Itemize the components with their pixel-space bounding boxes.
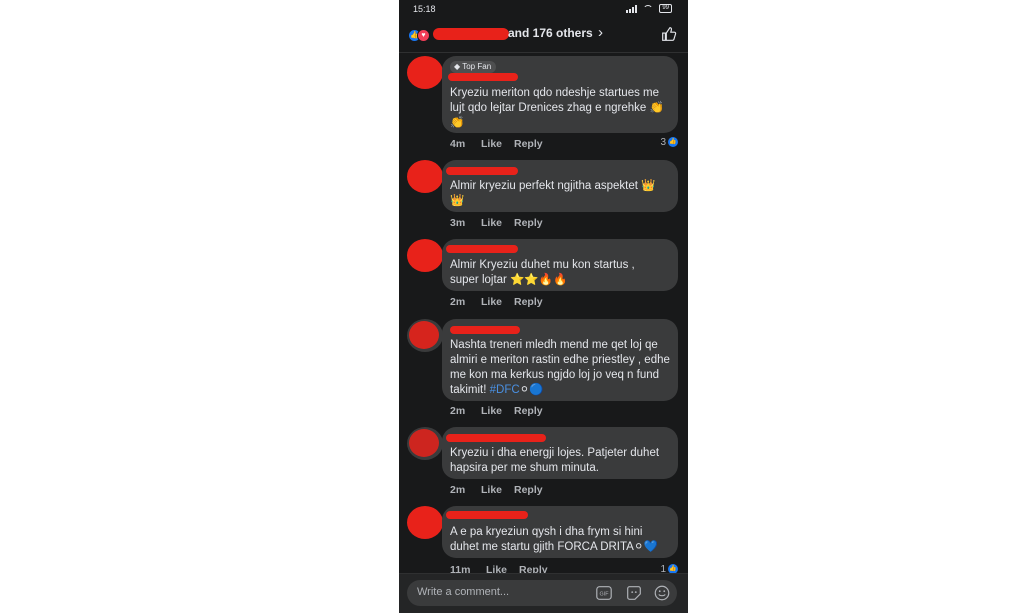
comment-text: A e pa kryeziun qysh i dha frym si hini …: [450, 526, 658, 553]
love-reaction-icon: ♥: [417, 29, 430, 42]
reply-button[interactable]: Reply: [514, 405, 543, 417]
redacted-author: [448, 73, 518, 81]
svg-text:GIF: GIF: [600, 592, 610, 598]
like-reaction-icon: 👍: [668, 564, 678, 573]
wifi-icon: [643, 4, 654, 13]
status-bar: 15:18 99: [399, 0, 688, 16]
like-reaction-icon: 👍: [668, 137, 678, 148]
comment-bubble[interactable]: Almir Kryeziu duhet mu kon startus , sup…: [442, 239, 678, 291]
reactions-header[interactable]: 👍 ♥ and 176 others ›: [399, 16, 688, 53]
reply-button[interactable]: Reply: [514, 217, 543, 229]
comment-time: 3m: [450, 217, 466, 229]
status-time: 15:18: [413, 4, 436, 14]
avatar-redaction: [409, 429, 439, 457]
comment-time: 2m: [450, 405, 466, 417]
like-button[interactable]: Like: [481, 217, 502, 229]
reaction-count[interactable]: 1 👍: [660, 564, 678, 573]
redacted-author: [446, 245, 518, 253]
comment-text: Almir kryeziu perfekt ngjitha aspektet 👑: [450, 180, 656, 192]
hashtag-link[interactable]: #DFC: [490, 384, 520, 396]
thumbs-up-icon[interactable]: [660, 25, 678, 43]
emoji-icon[interactable]: [653, 584, 671, 602]
comments-list[interactable]: ◆ Top Fan Kryeziu meriton qdo ndeshje st…: [399, 53, 688, 573]
avatar[interactable]: [407, 56, 443, 89]
reply-button[interactable]: Reply: [514, 484, 543, 496]
comment-time: 2m: [450, 296, 466, 308]
comment-time: 4m: [450, 138, 466, 150]
avatar[interactable]: [407, 239, 443, 272]
like-button[interactable]: Like: [481, 138, 502, 150]
comment-text: Kryeziu meriton qdo ndeshje startues me …: [450, 87, 664, 114]
comment-input[interactable]: Write a comment... GIF: [407, 580, 677, 606]
comment-time: 11m: [450, 564, 471, 573]
like-button[interactable]: Like: [481, 405, 502, 417]
comment-text-cont: 👏: [450, 117, 465, 129]
redacted-author: [446, 511, 528, 519]
avatar[interactable]: [407, 160, 443, 193]
comment-bubble[interactable]: Kryeziu i dha energji lojes. Patjeter du…: [442, 427, 678, 479]
reaction-summary[interactable]: and 176 others: [508, 26, 593, 40]
comment-emoji: ⚪🔵: [519, 384, 544, 396]
comment-bubble[interactable]: Almir kryeziu perfekt ngjitha aspektet 👑…: [442, 160, 678, 212]
reaction-count[interactable]: 3 👍: [660, 137, 678, 148]
comment-bubble[interactable]: Nashta treneri mledh mend me qet loj qe …: [442, 319, 678, 401]
redacted-author: [446, 434, 546, 442]
signal-icon: [626, 4, 638, 13]
comment-time: 2m: [450, 484, 466, 496]
like-button[interactable]: Like: [481, 484, 502, 496]
comment-text-cont: super lojtar ⭐⭐🔥🔥: [450, 274, 568, 286]
sticker-icon[interactable]: [625, 584, 643, 602]
comment-bubble[interactable]: A e pa kryeziun qysh i dha frym si hini …: [442, 506, 678, 558]
avatar-redaction: [409, 321, 439, 349]
battery-icon: 99: [659, 4, 672, 13]
comment-text: Kryeziu i dha energji lojes. Patjeter du…: [450, 447, 660, 474]
like-button[interactable]: Like: [486, 564, 507, 573]
top-fan-badge: ◆ Top Fan: [450, 61, 497, 73]
reply-button[interactable]: Reply: [514, 296, 543, 308]
redacted-author: [446, 167, 518, 175]
reply-button[interactable]: Reply: [514, 138, 543, 150]
redacted-names: [433, 28, 509, 40]
avatar[interactable]: [407, 506, 443, 539]
gif-icon[interactable]: GIF: [595, 584, 613, 602]
like-button[interactable]: Like: [481, 296, 502, 308]
comment-bubble[interactable]: ◆ Top Fan Kryeziu meriton qdo ndeshje st…: [442, 56, 678, 133]
redacted-author: [450, 326, 520, 334]
comment-text-cont: 👑: [450, 195, 465, 207]
phone-screen: 15:18 99 👍 ♥ and 176 others › ◆ Top Fan …: [399, 0, 688, 613]
comment-text: Almir Kryeziu duhet mu kon startus ,: [450, 259, 635, 271]
comment-composer: Write a comment... GIF: [399, 573, 688, 613]
chevron-right-icon[interactable]: ›: [598, 24, 603, 41]
reply-button[interactable]: Reply: [519, 564, 548, 573]
comment-text: Nashta treneri mledh mend me qet loj qe …: [450, 339, 670, 396]
comment-input-placeholder: Write a comment...: [417, 586, 510, 598]
